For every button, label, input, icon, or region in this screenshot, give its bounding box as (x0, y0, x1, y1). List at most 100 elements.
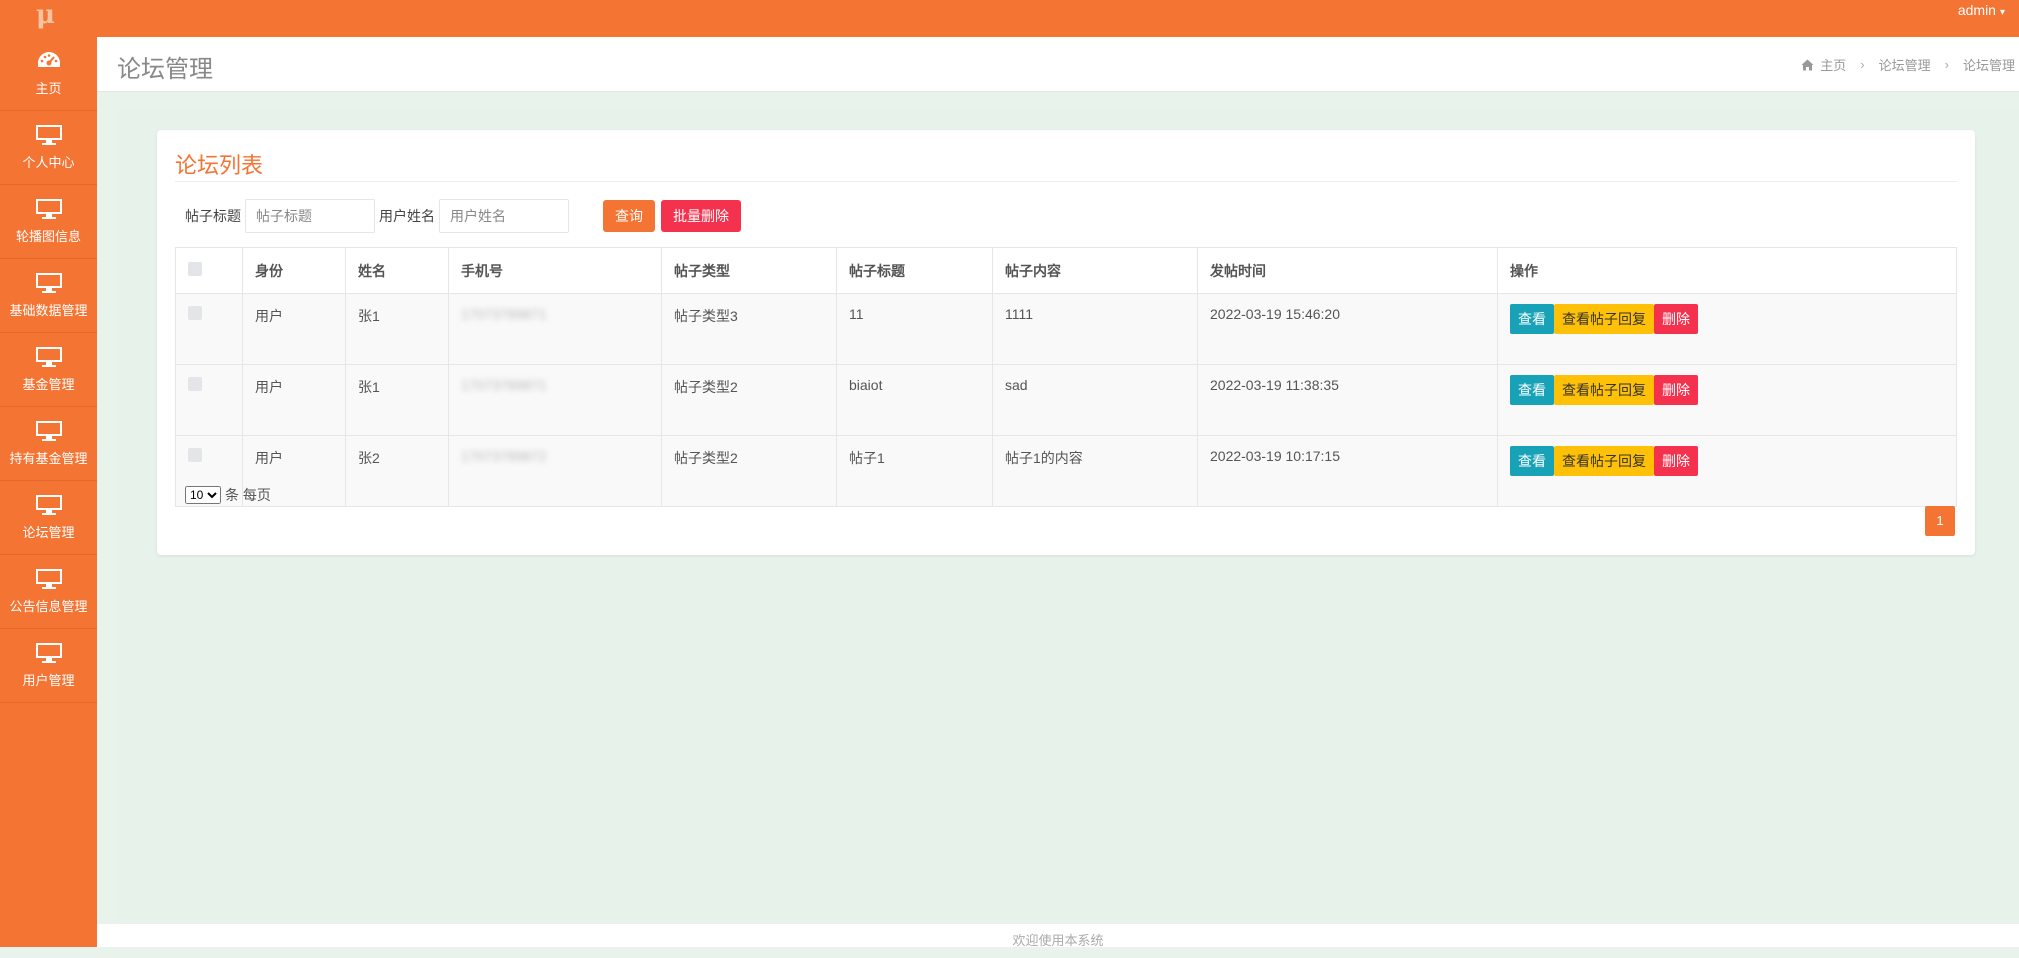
username-input[interactable] (439, 199, 569, 233)
view-button[interactable]: 查看 (1510, 304, 1554, 334)
sidebar: 主页 个人中心 轮播图信息 基础数据管理 基金管理 持有基金管理 论坛管理 公告… (0, 37, 97, 947)
sidebar-item-fund[interactable]: 基金管理 (0, 333, 97, 407)
view-button[interactable]: 查看 (1510, 375, 1554, 405)
breadcrumb-level1[interactable]: 论坛管理 (1879, 55, 1931, 74)
breadcrumb: 主页 › 论坛管理 › 论坛管理 (1801, 55, 2015, 74)
per-page-label: 条 每页 (225, 487, 271, 503)
view-button[interactable]: 查看 (1510, 446, 1554, 476)
user-menu[interactable]: admin ▾ (1958, 2, 2005, 18)
sidebar-item-basic-data[interactable]: 基础数据管理 (0, 259, 97, 333)
monitor-icon (35, 421, 62, 441)
username-label: 用户姓名 (379, 208, 435, 224)
top-bar: μ admin ▾ (0, 0, 2019, 37)
forum-table: 身份 姓名 手机号 帖子类型 帖子标题 帖子内容 发帖时间 操作 用户 张1 1… (175, 247, 1957, 507)
divider (175, 181, 1957, 182)
cell-actions: 查看 查看帖子回复 删除 (1497, 435, 1957, 507)
sidebar-item-announcement[interactable]: 公告信息管理 (0, 555, 97, 629)
post-title-input[interactable] (245, 199, 375, 233)
sidebar-item-label: 轮播图信息 (15, 229, 81, 244)
post-title-label: 帖子标题 (185, 208, 241, 224)
footer: 欢迎使用本系统 (97, 924, 2019, 948)
batch-delete-button[interactable]: 批量删除 (661, 200, 741, 232)
sidebar-item-label: 公告信息管理 (9, 599, 88, 614)
col-header-time: 发帖时间 (1197, 247, 1498, 294)
cell-phone: 17073789872 (448, 435, 662, 507)
sidebar-item-carousel[interactable]: 轮播图信息 (0, 185, 97, 259)
logo: μ (36, 0, 56, 30)
page-size-control: 10 条 每页 (185, 485, 271, 505)
sidebar-item-holding-fund[interactable]: 持有基金管理 (0, 407, 97, 481)
monitor-icon (35, 125, 62, 145)
cell-type: 帖子类型2 (661, 364, 837, 436)
view-replies-button[interactable]: 查看帖子回复 (1554, 375, 1654, 405)
dashboard-icon (37, 52, 60, 67)
table-row: 用户 张1 17073789871 帖子类型2 biaiot sad 2022-… (175, 364, 1957, 436)
sidebar-item-home[interactable]: 主页 (0, 37, 97, 111)
cell-name: 张2 (345, 435, 449, 507)
card-title: 论坛列表 (175, 153, 264, 178)
sidebar-item-label: 基础数据管理 (9, 303, 88, 318)
pagination-page-1[interactable]: 1 (1925, 506, 1955, 536)
sidebar-item-personal-center[interactable]: 个人中心 (0, 111, 97, 185)
row-checkbox[interactable] (188, 377, 202, 391)
cell-content: 帖子1的内容 (992, 435, 1198, 507)
monitor-icon (35, 495, 62, 515)
sidebar-item-users[interactable]: 用户管理 (0, 629, 97, 703)
table-header-row: 身份 姓名 手机号 帖子类型 帖子标题 帖子内容 发帖时间 操作 (175, 247, 1957, 294)
cell-content: 1111 (992, 293, 1198, 365)
delete-button[interactable]: 删除 (1654, 446, 1698, 476)
cell-actions: 查看 查看帖子回复 删除 (1497, 293, 1957, 365)
sidebar-item-label: 个人中心 (22, 155, 75, 170)
sidebar-item-label: 论坛管理 (22, 525, 75, 540)
cell-time: 2022-03-19 10:17:15 (1197, 435, 1498, 507)
forum-list-card: 论坛列表 帖子标题 用户姓名 查询 批量删除 身份 姓名 手机号 帖子类型 帖子… (157, 130, 1975, 555)
delete-button[interactable]: 删除 (1654, 375, 1698, 405)
footer-text: 欢迎使用本系统 (1012, 933, 1104, 948)
chevron-right-icon: › (1860, 57, 1865, 72)
cell-type: 帖子类型2 (661, 435, 837, 507)
cell-role: 用户 (242, 293, 346, 365)
cell-phone: 17073789871 (448, 364, 662, 436)
table-row: 用户 张2 17073789872 帖子类型2 帖子1 帖子1的内容 2022-… (175, 435, 1957, 507)
sidebar-item-label: 主页 (35, 81, 62, 96)
cell-time: 2022-03-19 15:46:20 (1197, 293, 1498, 365)
col-header-type: 帖子类型 (661, 247, 837, 294)
row-checkbox-cell (175, 364, 243, 436)
cell-time: 2022-03-19 11:38:35 (1197, 364, 1498, 436)
phone-number: 17073789871 (461, 306, 547, 322)
monitor-icon (35, 273, 62, 293)
cell-content: sad (992, 364, 1198, 436)
chevron-right-icon: › (1944, 57, 1949, 72)
view-replies-button[interactable]: 查看帖子回复 (1554, 304, 1654, 334)
cell-type: 帖子类型3 (661, 293, 837, 365)
cell-name: 张1 (345, 364, 449, 436)
delete-button[interactable]: 删除 (1654, 304, 1698, 334)
query-button[interactable]: 查询 (603, 200, 655, 232)
row-checkbox[interactable] (188, 448, 202, 462)
cell-title: 帖子1 (836, 435, 993, 507)
monitor-icon (35, 347, 62, 367)
sidebar-item-label: 基金管理 (22, 377, 75, 392)
sidebar-item-forum[interactable]: 论坛管理 (0, 481, 97, 555)
monitor-icon (35, 569, 62, 589)
search-form: 帖子标题 用户姓名 查询 批量删除 (185, 198, 741, 234)
cell-name: 张1 (345, 293, 449, 365)
page-size-select[interactable]: 10 (185, 486, 221, 504)
col-header-actions: 操作 (1497, 247, 1957, 294)
col-header-role: 身份 (242, 247, 346, 294)
page-header: 论坛管理 主页 › 论坛管理 › 论坛管理 (97, 37, 2019, 92)
home-icon (1801, 59, 1814, 70)
cell-phone: 17073789871 (448, 293, 662, 365)
row-checkbox[interactable] (188, 306, 202, 320)
monitor-icon (35, 643, 62, 663)
row-checkbox-cell (175, 293, 243, 365)
phone-number: 17073789872 (461, 448, 547, 464)
select-all-checkbox[interactable] (188, 262, 202, 276)
col-header-title: 帖子标题 (836, 247, 993, 294)
page-title: 论坛管理 (117, 56, 213, 83)
view-replies-button[interactable]: 查看帖子回复 (1554, 446, 1654, 476)
monitor-icon (35, 199, 62, 219)
cell-title: biaiot (836, 364, 993, 436)
table-row: 用户 张1 17073789871 帖子类型3 11 1111 2022-03-… (175, 293, 1957, 365)
breadcrumb-home[interactable]: 主页 (1820, 55, 1846, 74)
